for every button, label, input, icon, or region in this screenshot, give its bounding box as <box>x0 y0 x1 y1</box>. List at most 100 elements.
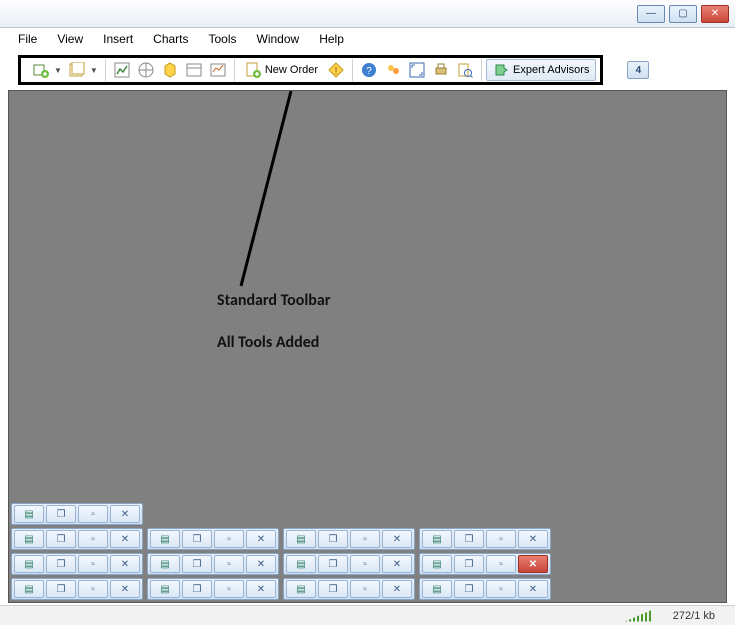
toolbar-area: ▼ ▼ New Order <box>0 50 735 90</box>
mdi-minimized-window[interactable]: ▤❐▫✕ <box>419 578 551 600</box>
mdi-maximize-button[interactable]: ▫ <box>214 555 244 573</box>
mdi-maximize-button[interactable]: ▫ <box>486 530 516 548</box>
mdi-close-button[interactable]: ✕ <box>382 530 412 548</box>
window-titlebar: — ▢ ✕ <box>0 0 735 28</box>
menu-charts[interactable]: Charts <box>143 30 198 48</box>
menu-tools[interactable]: Tools <box>199 30 247 48</box>
mdi-close-button[interactable]: ✕ <box>382 580 412 598</box>
mdi-sysmenu-icon[interactable]: ▤ <box>422 530 452 548</box>
menu-view[interactable]: View <box>47 30 93 48</box>
mdi-close-button[interactable]: ✕ <box>110 555 140 573</box>
mdi-restore-button[interactable]: ❐ <box>46 580 76 598</box>
mdi-maximize-button[interactable]: ▫ <box>486 555 516 573</box>
status-bar: 272/1 kb <box>0 605 735 625</box>
mdi-restore-button[interactable]: ❐ <box>46 530 76 548</box>
data-window-icon[interactable] <box>160 60 180 80</box>
expert-advisors-icon <box>493 62 509 78</box>
dropdown-arrow-icon[interactable]: ▼ <box>90 66 98 75</box>
new-chart-icon[interactable] <box>31 60 51 80</box>
menu-insert[interactable]: Insert <box>93 30 143 48</box>
mdi-close-button[interactable]: ✕ <box>246 555 276 573</box>
mdi-maximize-button[interactable]: ▫ <box>78 555 108 573</box>
terminal-icon[interactable] <box>184 60 204 80</box>
close-button[interactable]: ✕ <box>701 5 729 23</box>
navigator-icon[interactable] <box>136 60 156 80</box>
mdi-minimized-window[interactable]: ▤❐▫✕ <box>283 528 415 550</box>
mdi-close-button[interactable]: ✕ <box>246 530 276 548</box>
menu-window[interactable]: Window <box>247 30 310 48</box>
mdi-sysmenu-icon[interactable]: ▤ <box>150 530 180 548</box>
mdi-minimized-window[interactable]: ▤❐▫✕ <box>11 553 143 575</box>
fullscreen-icon[interactable] <box>407 60 427 80</box>
toolbar-separator <box>352 59 353 81</box>
mdi-maximize-button[interactable]: ▫ <box>78 530 108 548</box>
mdi-minimized-window[interactable]: ▤ ❐ ▫ ✕ <box>11 503 143 525</box>
mdi-restore-button[interactable]: ❐ <box>46 555 76 573</box>
mdi-maximize-button[interactable]: ▫ <box>78 580 108 598</box>
notification-badge[interactable]: 4 <box>627 61 649 79</box>
mdi-maximize-button[interactable]: ▫ <box>214 530 244 548</box>
mdi-restore-button[interactable]: ❐ <box>182 580 212 598</box>
minimize-button[interactable]: — <box>637 5 665 23</box>
mdi-sysmenu-icon[interactable]: ▤ <box>286 555 316 573</box>
dropdown-arrow-icon[interactable]: ▼ <box>54 66 62 75</box>
mdi-maximize-button[interactable]: ▫ <box>350 530 380 548</box>
mdi-close-button[interactable]: ✕ <box>518 530 548 548</box>
mdi-maximize-button[interactable]: ▫ <box>350 580 380 598</box>
mdi-maximize-button[interactable]: ▫ <box>78 505 108 523</box>
mdi-restore-button[interactable]: ❐ <box>318 580 348 598</box>
profiles-icon[interactable] <box>67 60 87 80</box>
mdi-sysmenu-icon[interactable]: ▤ <box>286 530 316 548</box>
expert-advisors-button[interactable]: Expert Advisors <box>486 59 596 81</box>
mdi-minimized-window[interactable]: ▤❐▫✕ <box>11 578 143 600</box>
mdi-maximize-button[interactable]: ▫ <box>350 555 380 573</box>
mdi-close-button[interactable]: ✕ <box>110 580 140 598</box>
mdi-sysmenu-icon[interactable]: ▤ <box>14 530 44 548</box>
mdi-restore-button[interactable]: ❐ <box>454 580 484 598</box>
mdi-maximize-button[interactable]: ▫ <box>486 580 516 598</box>
mdi-sysmenu-icon[interactable]: ▤ <box>286 580 316 598</box>
mdi-sysmenu-icon[interactable]: ▤ <box>150 555 180 573</box>
mdi-restore-button[interactable]: ❐ <box>454 530 484 548</box>
mdi-sysmenu-icon[interactable]: ▤ <box>150 580 180 598</box>
mdi-close-button[interactable]: ✕ <box>382 555 412 573</box>
mdi-minimized-window[interactable]: ▤❐▫✕ <box>147 578 279 600</box>
mdi-close-button[interactable]: ✕ <box>110 530 140 548</box>
mdi-minimized-window[interactable]: ▤❐▫✕ <box>11 528 143 550</box>
mdi-restore-button[interactable]: ❐ <box>318 530 348 548</box>
mdi-close-button[interactable]: ✕ <box>246 580 276 598</box>
meta-editor-icon[interactable]: ! <box>326 60 346 80</box>
menu-help[interactable]: Help <box>309 30 354 48</box>
print-preview-icon[interactable] <box>455 60 475 80</box>
mdi-minimized-window[interactable]: ▤❐▫✕ <box>419 528 551 550</box>
strategy-tester-icon[interactable] <box>208 60 228 80</box>
mdi-minimized-window[interactable]: ▤❐▫✕ <box>283 553 415 575</box>
market-watch-icon[interactable] <box>112 60 132 80</box>
mdi-restore-button[interactable]: ❐ <box>46 505 76 523</box>
mdi-sysmenu-icon[interactable]: ▤ <box>14 555 44 573</box>
mdi-minimized-window[interactable]: ▤❐▫✕ <box>147 528 279 550</box>
mdi-close-button[interactable]: ✕ <box>518 580 548 598</box>
mdi-sysmenu-icon[interactable]: ▤ <box>14 580 44 598</box>
mdi-restore-button[interactable]: ❐ <box>182 555 212 573</box>
mdi-minimized-window-active[interactable]: ▤❐▫✕ <box>419 553 551 575</box>
mdi-close-button[interactable]: ✕ <box>110 505 140 523</box>
toolbar-separator <box>234 59 235 81</box>
mdi-sysmenu-icon[interactable]: ▤ <box>14 505 44 523</box>
mdi-close-button[interactable]: ✕ <box>518 555 548 573</box>
mdi-restore-button[interactable]: ❐ <box>454 555 484 573</box>
menu-file[interactable]: File <box>8 30 47 48</box>
print-icon[interactable] <box>431 60 451 80</box>
mdi-sysmenu-icon[interactable]: ▤ <box>422 555 452 573</box>
mdi-restore-button[interactable]: ❐ <box>182 530 212 548</box>
community-icon[interactable] <box>383 60 403 80</box>
mdi-maximize-button[interactable]: ▫ <box>214 580 244 598</box>
new-order-button[interactable]: New Order <box>239 59 324 81</box>
menu-bar: File View Insert Charts Tools Window Hel… <box>0 28 735 50</box>
help-icon[interactable]: ? <box>359 60 379 80</box>
mdi-minimized-window[interactable]: ▤❐▫✕ <box>283 578 415 600</box>
mdi-sysmenu-icon[interactable]: ▤ <box>422 580 452 598</box>
mdi-restore-button[interactable]: ❐ <box>318 555 348 573</box>
maximize-button[interactable]: ▢ <box>669 5 697 23</box>
mdi-minimized-window[interactable]: ▤❐▫✕ <box>147 553 279 575</box>
